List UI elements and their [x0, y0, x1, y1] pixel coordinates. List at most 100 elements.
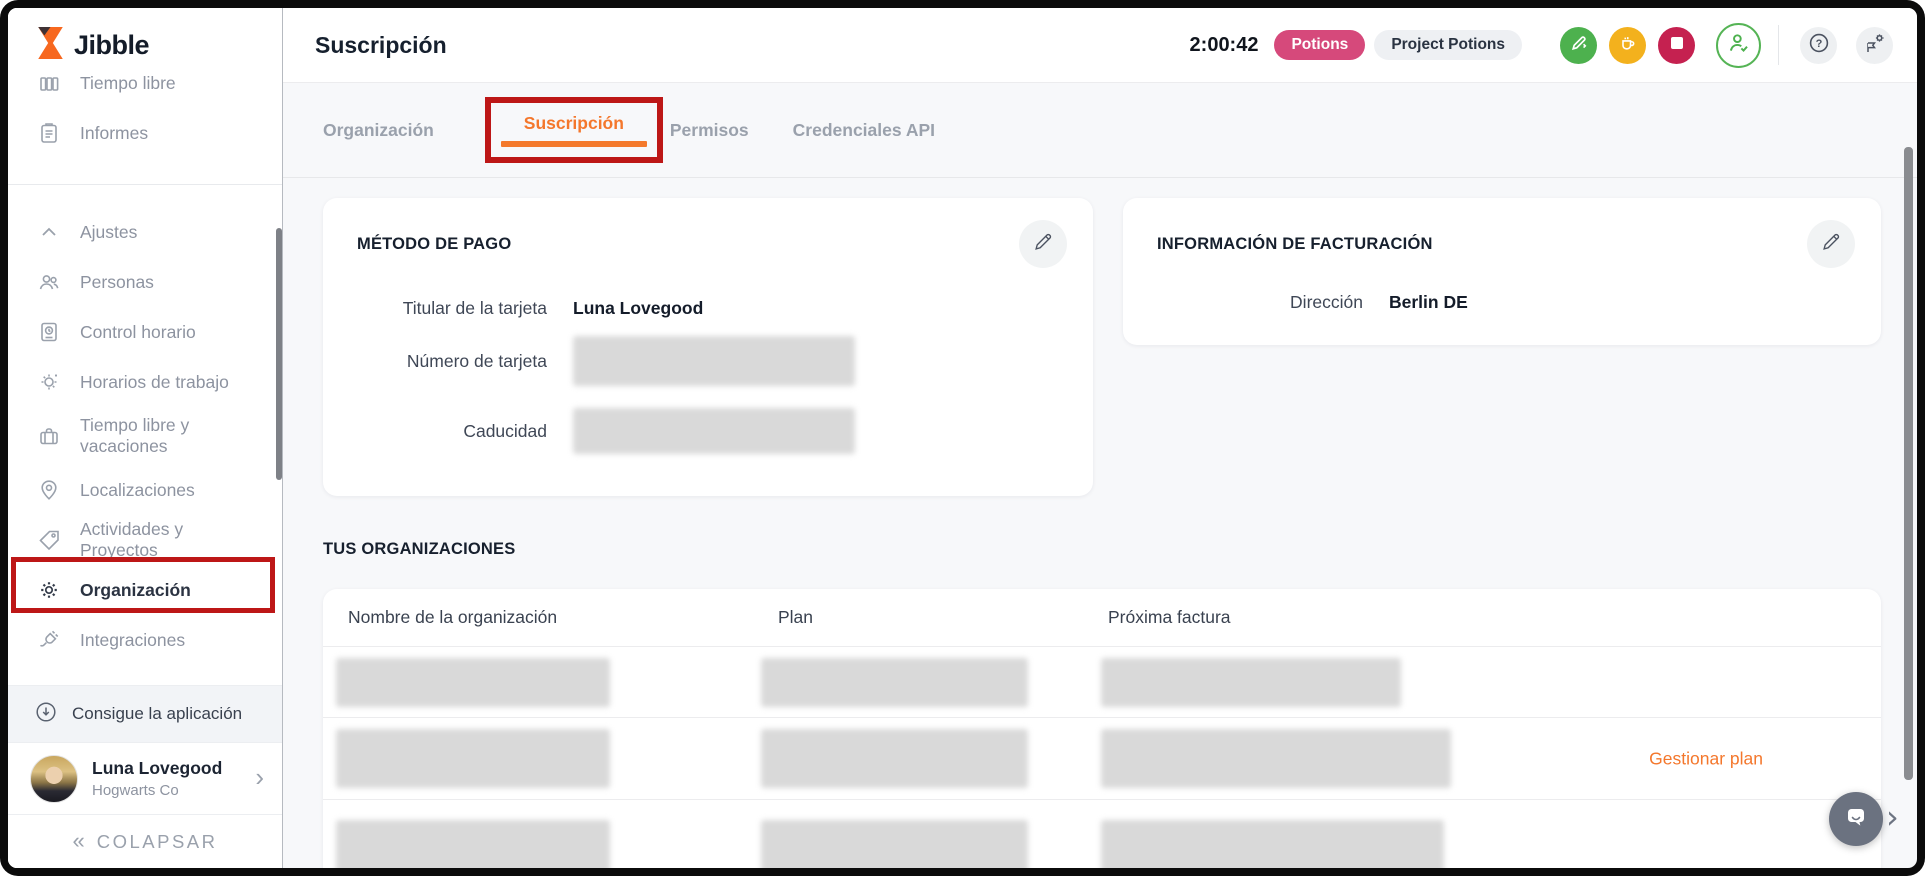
tab-organizacion[interactable]: Organización [323, 120, 434, 141]
coffee-cup-icon [1618, 33, 1638, 58]
expiry-redacted [573, 408, 855, 454]
table-row: Gestionar plan [323, 718, 1881, 800]
user-name: Luna Lovegood [92, 758, 223, 778]
org-name-redacted [336, 819, 610, 868]
subscription-content: MÉTODO DE PAGO Titular de la tarjeta Lun… [283, 178, 1917, 868]
main-scrollbar[interactable] [1904, 147, 1913, 780]
org-name-redacted [336, 657, 610, 707]
person-check-icon [1726, 30, 1752, 61]
sidebar-item-personas[interactable]: Personas [8, 257, 282, 307]
clock-in-status-button[interactable] [1716, 22, 1761, 68]
tab-permisos[interactable]: Permisos [670, 120, 749, 141]
org-name-redacted [336, 729, 610, 788]
sidebar-divider [8, 184, 282, 185]
topbar-divider [1778, 25, 1779, 65]
sidebar-item-label: Ajustes [80, 221, 138, 242]
organizations-table: Nombre de la organización Plan Próxima f… [323, 589, 1881, 868]
chevron-up-icon [36, 220, 62, 244]
tab-suscripcion[interactable]: Suscripción [524, 113, 624, 134]
sidebar-item-label: Integraciones [80, 629, 186, 650]
sidebar-item-label: Personas [80, 271, 154, 292]
download-icon [34, 700, 58, 729]
payment-card-title: MÉTODO DE PAGO [357, 234, 512, 253]
sidebar-item-label: Tiempo libre y vacaciones [80, 415, 190, 456]
jibble-app: Jibble Tiempo libre Informes Ajustes Per… [8, 8, 1917, 868]
sidebar-item-organizacion[interactable]: Organización [8, 565, 282, 615]
edit-payment-button[interactable] [1019, 220, 1067, 268]
sidebar: Jibble Tiempo libre Informes Ajustes Per… [8, 8, 283, 868]
timesheet-icon [36, 320, 62, 344]
app-logo[interactable]: Jibble [8, 8, 282, 66]
address-value: Berlin DE [1389, 292, 1468, 312]
sidebar-item-label: Organización [80, 579, 191, 600]
chevron-right-icon: › [255, 761, 264, 792]
schedule-sun-icon [36, 370, 62, 394]
clipboard-icon [36, 121, 62, 145]
sidebar-item-tiempo-libre-vacaciones[interactable]: Tiempo libre y vacaciones [8, 407, 282, 465]
sidebar-item-integraciones[interactable]: Integraciones [8, 615, 282, 665]
columns-icon [36, 71, 62, 95]
topbar-controls: 2:00:42 Potions Project Potions ? [1189, 22, 1893, 68]
tab-credenciales-api[interactable]: Credenciales API [793, 120, 935, 141]
sidebar-item-actividades-proyectos[interactable]: Actividades y Proyectos [8, 515, 282, 565]
manage-plan-link[interactable]: Gestionar plan [1649, 748, 1763, 769]
expand-panel-chevron[interactable]: › [1886, 798, 1899, 836]
chevrons-left-icon: « [72, 827, 85, 853]
collapse-sidebar-button[interactable]: « COLAPSAR [8, 814, 282, 868]
gear-icon [36, 578, 62, 602]
tag-icon [36, 528, 62, 552]
collapse-label: COLAPSAR [96, 830, 218, 852]
pencil-icon [1032, 231, 1054, 258]
edit-billing-button[interactable] [1807, 220, 1855, 268]
sidebar-item-ajustes[interactable]: Ajustes [8, 207, 282, 257]
cardholder-value: Luna Lovegood [573, 298, 704, 318]
sidebar-scrollbar[interactable] [276, 228, 282, 480]
settings-tabs: Organización Suscripción Permisos Creden… [283, 83, 1917, 178]
app-logo-text: Jibble [74, 29, 150, 60]
break-button[interactable] [1609, 26, 1646, 64]
sidebar-item-label: Informes [80, 122, 149, 143]
page-title: Suscripción [315, 31, 447, 58]
switch-activity-button[interactable] [1560, 26, 1597, 64]
org-invoice-redacted [1101, 819, 1444, 868]
chat-support-button[interactable] [1829, 792, 1883, 846]
sidebar-item-control-horario[interactable]: Control horario [8, 307, 282, 357]
organizations-heading: TUS ORGANIZACIONES [323, 540, 516, 558]
sidebar-item-label: Horarios de trabajo [80, 371, 229, 392]
people-icon [36, 270, 62, 294]
stop-timer-button[interactable] [1658, 26, 1695, 64]
help-button[interactable]: ? [1800, 26, 1837, 64]
card-number-label: Número de tarjeta [406, 350, 547, 371]
table-header-row: Nombre de la organización Plan Próxima f… [323, 589, 1881, 647]
org-plan-redacted [761, 729, 1028, 788]
table-row [323, 800, 1881, 868]
sidebar-item-horarios-trabajo[interactable]: Horarios de trabajo [8, 357, 282, 407]
sidebar-item-informes[interactable]: Informes [8, 108, 282, 158]
timer-display: 2:00:42 [1189, 33, 1259, 56]
project-badge[interactable]: Project Potions [1374, 30, 1522, 60]
sidebar-item-localizaciones[interactable]: Localizaciones [8, 465, 282, 515]
payment-method-card: MÉTODO DE PAGO Titular de la tarjeta Lun… [323, 198, 1093, 496]
user-menu[interactable]: Luna Lovegood Hogwarts Co › [8, 742, 282, 814]
table-row [323, 647, 1881, 718]
sidebar-item-tiempo-libre[interactable]: Tiempo libre [8, 66, 282, 108]
user-company: Hogwarts Co [92, 782, 179, 799]
setup-button[interactable] [1856, 26, 1893, 64]
pencil-switch-icon [1569, 33, 1589, 58]
chat-bubble-icon [1842, 803, 1870, 836]
flag-gear-icon [1863, 31, 1887, 60]
pencil-icon [1820, 231, 1842, 258]
activity-badge[interactable]: Potions [1274, 30, 1366, 60]
annotation-box-suscripcion: Suscripción [484, 97, 663, 163]
svg-text:?: ? [1815, 38, 1822, 50]
org-invoice-redacted [1101, 729, 1451, 788]
get-app-button[interactable]: Consigue la aplicación [8, 685, 282, 742]
question-mark-icon: ? [1807, 31, 1831, 60]
column-header-name: Nombre de la organización [348, 607, 558, 627]
expiry-label: Caducidad [463, 420, 547, 441]
plug-icon [36, 628, 62, 652]
jibble-logo-icon [36, 26, 65, 65]
column-header-next-invoice: Próxima factura [1108, 607, 1231, 627]
billing-info-card: INFORMACIÓN DE FACTURACIÓN Dirección Ber… [1123, 198, 1881, 345]
org-plan-redacted [761, 819, 1028, 868]
